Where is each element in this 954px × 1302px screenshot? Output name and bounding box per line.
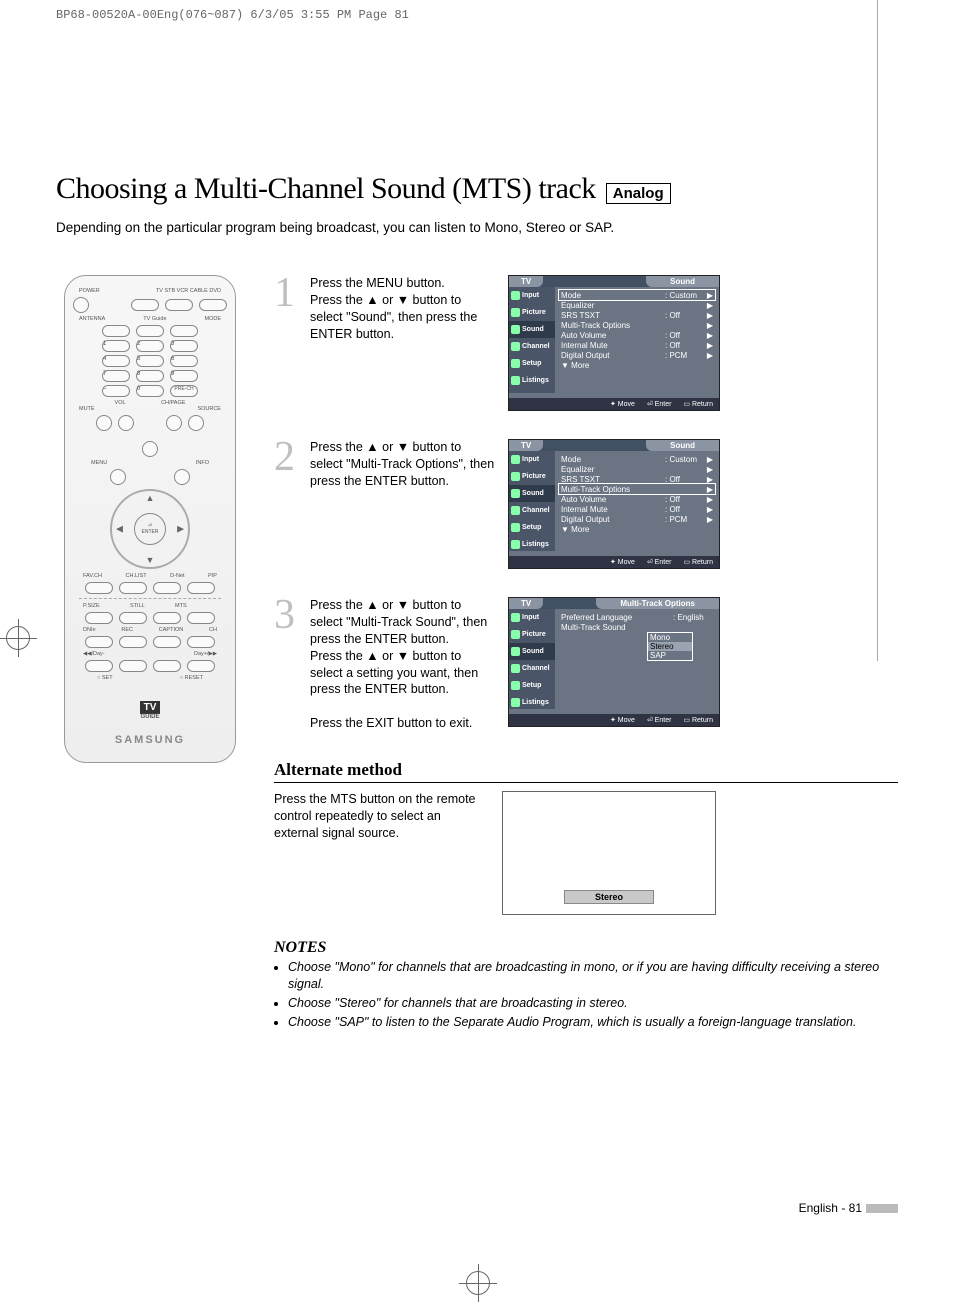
step-number: 1 bbox=[274, 275, 298, 313]
brand-logo: SAMSUNG bbox=[73, 734, 227, 746]
enter-button[interactable]: ⏎ENTER bbox=[134, 513, 166, 545]
step-text: Press the ▲ or ▼ button to select "Multi… bbox=[310, 439, 496, 490]
notes-heading: NOTES bbox=[274, 939, 898, 957]
page-title: Choosing a Multi-Channel Sound (MTS) tra… bbox=[56, 172, 596, 206]
osd-sidebar-item: Setup bbox=[509, 519, 555, 536]
print-header: BP68-00520A-00Eng(076~087) 6/3/05 3:55 P… bbox=[0, 0, 954, 22]
osd-sidebar-item: Listings bbox=[509, 694, 555, 711]
stereo-display: Stereo bbox=[502, 791, 716, 915]
mts-submenu: MonoStereoSAP bbox=[647, 632, 693, 661]
osd-sidebar-item: Picture bbox=[509, 626, 555, 643]
power-button[interactable] bbox=[73, 297, 89, 313]
up-arrow-icon[interactable]: ▲ bbox=[146, 493, 155, 503]
mts-button[interactable] bbox=[153, 612, 181, 624]
osd-sidebar-item: Setup bbox=[509, 677, 555, 694]
registration-mark bbox=[466, 1271, 490, 1295]
osd-sidebar-item: Picture bbox=[509, 304, 555, 321]
step-number: 2 bbox=[274, 439, 298, 477]
step-number: 3 bbox=[274, 597, 298, 635]
notes-list: Choose "Mono" for channels that are broa… bbox=[274, 959, 898, 1031]
osd-sidebar-item: Input bbox=[509, 451, 555, 468]
osd-sidebar-item: Sound bbox=[509, 485, 555, 502]
alternate-heading: Alternate method bbox=[274, 760, 898, 783]
prech-button[interactable]: PRE-CH bbox=[170, 385, 198, 397]
info-button[interactable] bbox=[174, 469, 190, 485]
menu-button[interactable] bbox=[110, 469, 126, 485]
down-arrow-icon[interactable]: ▼ bbox=[146, 555, 155, 565]
tvguide-logo: TV bbox=[140, 701, 161, 714]
osd-sidebar-item: Input bbox=[509, 609, 555, 626]
osd-sidebar-item: Sound bbox=[509, 643, 555, 660]
osd-sidebar-item: Channel bbox=[509, 338, 555, 355]
osd-sidebar-item: Picture bbox=[509, 468, 555, 485]
remote-control: POWERTV STB VCR CABLE DVD ANTENNATV Guid… bbox=[64, 275, 236, 763]
source-button[interactable] bbox=[188, 415, 204, 431]
nav-ring[interactable]: ▲ ▼ ◀ ▶ ⏎ENTER bbox=[110, 489, 190, 569]
osd-menu: TVMulti-Track Options InputPictureSoundC… bbox=[508, 597, 720, 727]
osd-sidebar-item: Sound bbox=[509, 321, 555, 338]
osd-sidebar-item: Channel bbox=[509, 502, 555, 519]
right-arrow-icon[interactable]: ▶ bbox=[177, 524, 184, 535]
osd-sidebar-item: Setup bbox=[509, 355, 555, 372]
analog-badge: Analog bbox=[606, 183, 671, 204]
osd-menu: TVSound InputPictureSoundChannelSetupLis… bbox=[508, 275, 720, 411]
note-item: Choose "Stereo" for channels that are br… bbox=[288, 995, 898, 1012]
osd-sidebar-item: Listings bbox=[509, 536, 555, 553]
stereo-label: Stereo bbox=[564, 890, 654, 904]
mute-button[interactable] bbox=[96, 415, 112, 431]
note-item: Choose "Mono" for channels that are broa… bbox=[288, 959, 898, 993]
note-item: Choose "SAP" to listen to the Separate A… bbox=[288, 1014, 898, 1031]
left-arrow-icon[interactable]: ◀ bbox=[116, 524, 123, 535]
intro-text: Depending on the particular program bein… bbox=[56, 220, 898, 235]
step-text: Press the MENU button.Press the ▲ or ▼ b… bbox=[310, 275, 496, 343]
alternate-text: Press the MTS button on the remote contr… bbox=[274, 791, 486, 842]
osd-menu: TVSound InputPictureSoundChannelSetupLis… bbox=[508, 439, 720, 569]
osd-sidebar-item: Listings bbox=[509, 372, 555, 389]
page-number: English - 81 bbox=[799, 1201, 898, 1215]
step-text: Press the ▲ or ▼ button to select "Multi… bbox=[310, 597, 496, 732]
osd-sidebar-item: Input bbox=[509, 287, 555, 304]
osd-sidebar-item: Channel bbox=[509, 660, 555, 677]
